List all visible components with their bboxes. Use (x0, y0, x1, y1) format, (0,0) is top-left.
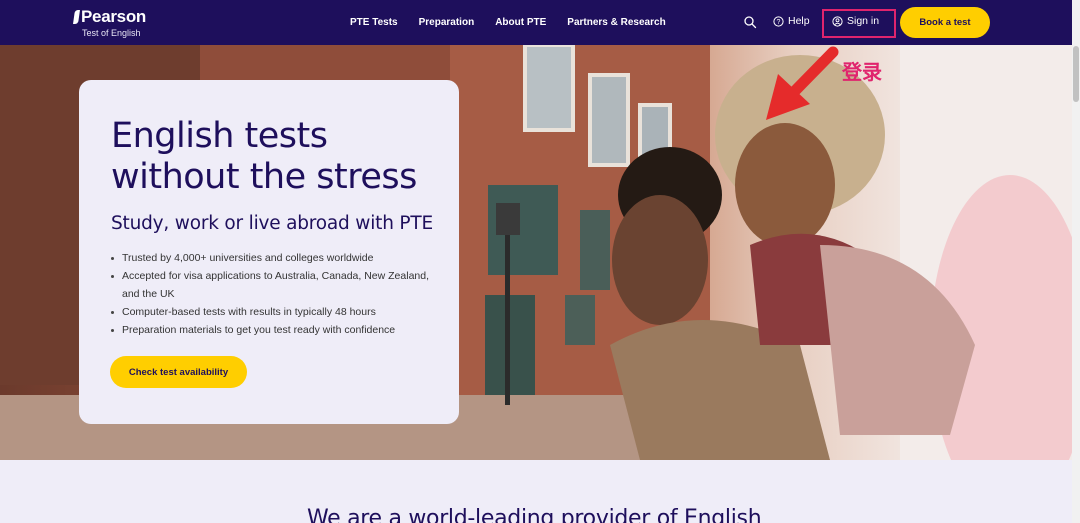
logo-wordmark: Pearson (73, 7, 146, 27)
help-label: Help (788, 15, 810, 27)
nav-partners-research[interactable]: Partners & Research (567, 17, 665, 28)
logo-icon (73, 10, 80, 24)
top-navigation-bar: Pearson Test of English PTE Tests Prepar… (0, 0, 1080, 45)
hero-banner: English tests without the stress Study, … (0, 45, 1072, 460)
bullet-item: Accepted for visa applications to Austra… (110, 267, 430, 303)
bullet-item: Computer-based tests with results in typ… (110, 303, 430, 321)
main-nav: PTE Tests Preparation About PTE Partners… (350, 17, 666, 28)
help-icon: ? (773, 15, 784, 27)
annotation-label: 登录 (842, 60, 882, 84)
intro-heading: We are a world-leading provider of Engli… (307, 506, 762, 523)
book-a-test-button[interactable]: Book a test (900, 7, 990, 38)
search-icon[interactable] (743, 15, 757, 29)
help-link[interactable]: ? Help (773, 15, 810, 27)
hero-title-line2: without the stress (111, 157, 417, 197)
signin-label: Sign in (847, 15, 880, 27)
bullet-item: Trusted by 4,000+ universities and colle… (110, 249, 430, 267)
nav-preparation[interactable]: Preparation (419, 17, 475, 28)
intro-section: We are a world-leading provider of Engli… (0, 460, 1072, 523)
hero-bullet-list: Trusted by 4,000+ universities and colle… (110, 249, 430, 339)
annotation-arrow-icon (766, 46, 839, 120)
hero-card: English tests without the stress Study, … (79, 80, 459, 424)
hero-title: English tests without the stress (111, 116, 417, 198)
pearson-logo[interactable]: Pearson Test of English (73, 7, 146, 38)
svg-text:?: ? (777, 19, 781, 26)
check-test-availability-button[interactable]: Check test availability (110, 356, 247, 388)
nav-about-pte[interactable]: About PTE (495, 17, 546, 28)
hero-title-line1: English tests (111, 116, 328, 156)
user-icon (832, 15, 843, 27)
logo-title: Pearson (81, 7, 146, 26)
scrollbar-thumb[interactable] (1073, 46, 1079, 102)
bullet-item: Preparation materials to get you test re… (110, 321, 430, 339)
nav-pte-tests[interactable]: PTE Tests (350, 17, 398, 28)
hero-subtitle: Study, work or live abroad with PTE (111, 213, 433, 234)
signin-link[interactable]: Sign in (832, 15, 879, 27)
logo-subtitle: Test of English (82, 28, 141, 38)
